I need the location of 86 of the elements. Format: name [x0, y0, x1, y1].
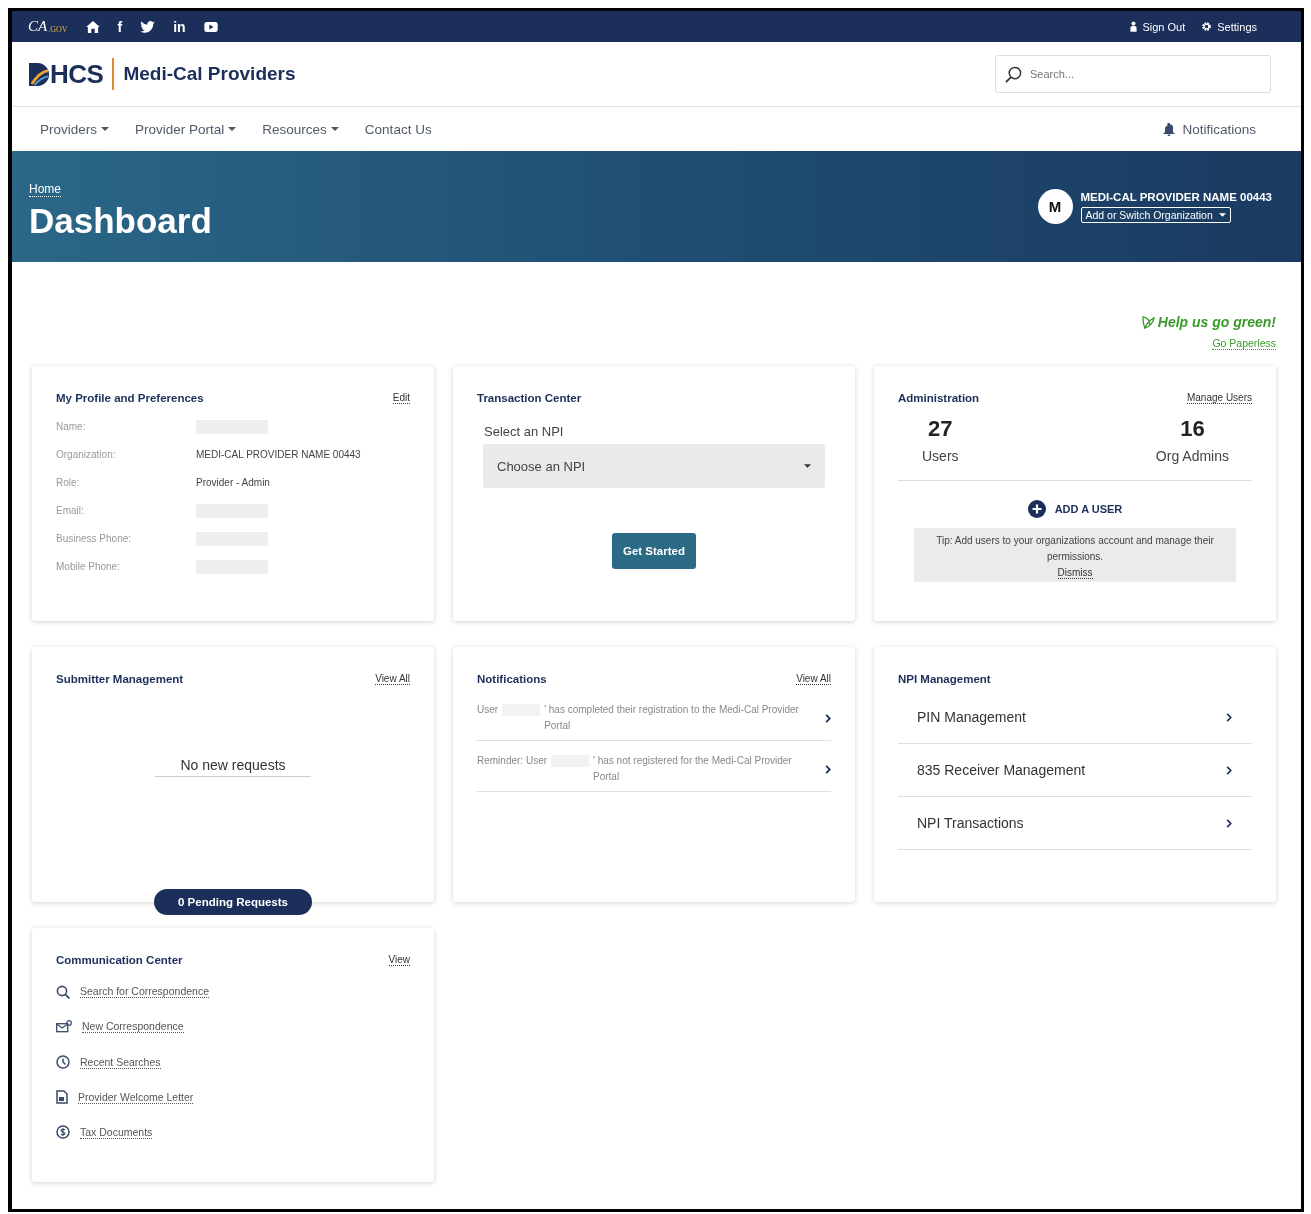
nav-menu-item[interactable]: Contact Us	[364, 121, 432, 137]
dismiss-link[interactable]: Dismiss	[1057, 567, 1093, 579]
npi-menu-item[interactable]: 835 Receiver Management	[898, 744, 1252, 797]
npi-dropdown[interactable]: Choose an NPI	[483, 444, 825, 488]
field-label: Role:	[56, 477, 81, 488]
linkedin-icon[interactable]: in	[173, 19, 186, 34]
notifications-link[interactable]: Notifications	[1163, 121, 1256, 137]
sign-out-link[interactable]: Sign Out	[1130, 20, 1186, 33]
manage-users-link[interactable]: Manage Users	[1186, 392, 1252, 404]
nav-menu-item[interactable]: Providers	[40, 121, 110, 137]
get-started-button[interactable]: Get Started	[612, 533, 696, 569]
stat-value: 16	[1180, 416, 1205, 442]
notification-text: User	[477, 703, 499, 717]
stat-value: 27	[928, 416, 953, 442]
switch-organization-dropdown[interactable]: Add or Switch Organization	[1080, 206, 1231, 223]
field-label: Email:	[56, 505, 85, 516]
settings-icon	[1201, 21, 1213, 32]
communication-link[interactable]: Provider Welcome Letter	[78, 1090, 194, 1104]
bell-icon	[1163, 122, 1176, 136]
card-title: Transaction Center	[477, 392, 582, 404]
play-icon[interactable]	[203, 21, 218, 32]
empty-message: No new requests	[155, 757, 311, 777]
go-paperless-link[interactable]: Go Paperless	[1212, 337, 1276, 350]
paperless-heading: Help us go green!	[1157, 314, 1276, 330]
card-title: Communication Center	[56, 954, 183, 966]
pending-requests-button[interactable]: 0 Pending Requests	[154, 889, 312, 915]
communication-link[interactable]: New Correspondence	[82, 1020, 184, 1034]
communication-link[interactable]: Tax Documents	[80, 1125, 153, 1139]
chevron-right-icon[interactable]	[825, 764, 831, 774]
card-title: NPI Management	[898, 673, 991, 685]
facebook-icon[interactable]: f	[117, 19, 123, 34]
card-title: Administration	[898, 392, 980, 404]
tip-text: Tip: Add users to your organizations account and manage their permissions.	[935, 534, 1215, 564]
field-value: MEDI-CAL PROVIDER NAME 00443	[196, 449, 361, 460]
communication-link[interactable]: Recent Searches	[80, 1055, 161, 1069]
npi-menu-item[interactable]: NPI Transactions	[898, 797, 1252, 850]
notification-text: ' has not registered for the Medi-Cal Provider Portal	[593, 754, 793, 784]
settings-link[interactable]: Settings	[1201, 20, 1257, 33]
search-field[interactable]: Search...	[995, 55, 1271, 93]
nav-menu-item[interactable]: Provider Portal	[135, 121, 237, 137]
stat-label: Users	[922, 448, 959, 464]
search-icon	[1005, 65, 1022, 83]
npi-menu-item[interactable]: PIN Management	[898, 691, 1252, 744]
caret-icon	[1218, 212, 1226, 217]
select-label: Select an NPI	[484, 424, 565, 439]
chevron-right-icon	[1226, 765, 1232, 775]
plus-icon	[1027, 500, 1046, 518]
leaf-icon	[1141, 315, 1155, 329]
ca-gov-logo[interactable]: CA.GOV	[28, 18, 68, 35]
notification-text: ' has completed their registration to the Medi-Cal Provider Portal	[544, 703, 800, 733]
view-link[interactable]: View	[388, 954, 410, 966]
site-name: Medi-Cal Providers	[123, 63, 296, 85]
page-title: Dashboard	[29, 201, 212, 241]
person-icon	[1130, 21, 1138, 32]
field-value: Provider - Admin	[196, 477, 270, 488]
stat-label: Org Admins	[1155, 448, 1229, 464]
dhcs-logo[interactable]: HCS	[29, 58, 104, 90]
field-label: Business Phone:	[56, 533, 133, 544]
clock-icon	[56, 1055, 70, 1069]
view-all-link[interactable]: View All	[375, 673, 410, 685]
notification-text: Reminder: User	[477, 754, 548, 768]
add-user-button[interactable]: ADD A USER	[1027, 500, 1123, 518]
search-icon	[56, 984, 70, 999]
field-label: Mobile Phone:	[56, 561, 121, 572]
dollar-icon	[56, 1125, 70, 1140]
view-all-link[interactable]: View All	[796, 673, 831, 685]
document-icon	[56, 1090, 68, 1105]
nav-menu-item[interactable]: Resources	[262, 121, 339, 137]
communication-link[interactable]: Search for Correspondence	[80, 985, 209, 999]
chevron-right-icon	[1226, 818, 1232, 828]
home-icon[interactable]	[85, 20, 100, 33]
chevron-right-icon	[1226, 712, 1232, 722]
logo-mark-icon	[29, 62, 50, 86]
field-label: Name:	[56, 421, 87, 432]
card-title: Notifications	[477, 673, 547, 685]
organization-name: MEDI-CAL PROVIDER NAME 00443	[1080, 190, 1272, 203]
field-label: Organization:	[56, 449, 117, 460]
envelope-icon	[56, 1020, 72, 1034]
chevron-right-icon[interactable]	[825, 713, 831, 723]
card-title: Submitter Management	[56, 673, 184, 685]
card-title: My Profile and Preferences	[56, 392, 204, 404]
bird-icon[interactable]	[140, 20, 156, 33]
edit-link[interactable]: Edit	[392, 392, 410, 404]
breadcrumb-link[interactable]: Home	[29, 182, 61, 197]
avatar: M	[1037, 189, 1073, 224]
caret-icon	[804, 464, 811, 468]
